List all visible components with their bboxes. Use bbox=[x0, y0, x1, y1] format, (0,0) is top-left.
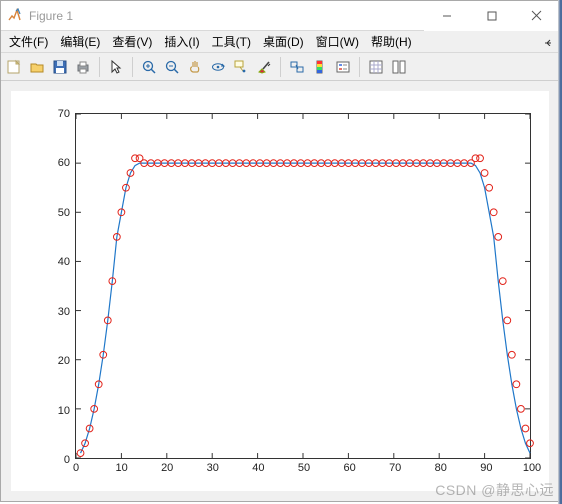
x-tick-label: 80 bbox=[435, 458, 447, 474]
window-buttons bbox=[424, 1, 559, 31]
menu-window[interactable]: 窗口(W) bbox=[310, 31, 365, 52]
legend-button[interactable] bbox=[332, 56, 354, 78]
menu-edit[interactable]: 编辑(E) bbox=[54, 31, 106, 52]
y-tick-label: 10 bbox=[48, 405, 76, 417]
pan-button[interactable] bbox=[184, 56, 206, 78]
menu-help[interactable]: 帮助(H) bbox=[365, 31, 418, 52]
menu-file[interactable]: 文件(F) bbox=[3, 31, 54, 52]
titlebar: Figure 1 bbox=[1, 1, 559, 31]
menu-view[interactable]: 查看(V) bbox=[106, 31, 158, 52]
y-tick-label: 0 bbox=[48, 454, 76, 466]
watermark: CSDN @静思心远 bbox=[435, 480, 554, 500]
maximize-button[interactable] bbox=[469, 1, 514, 31]
separator bbox=[359, 57, 360, 77]
y-tick-label: 20 bbox=[48, 355, 76, 367]
figure-canvas: 0 10 20 30 40 50 60 70 0 10 20 30 40 50 60 70 80 90 100 bbox=[11, 91, 549, 491]
separator bbox=[132, 57, 133, 77]
rotate3d-button[interactable] bbox=[207, 56, 229, 78]
minimize-button[interactable] bbox=[424, 1, 469, 31]
menu-desktop[interactable]: 桌面(D) bbox=[257, 31, 310, 52]
zoom-out-button[interactable] bbox=[161, 56, 183, 78]
toolbar bbox=[1, 53, 559, 81]
colorbar-button[interactable] bbox=[309, 56, 331, 78]
new-figure-button[interactable] bbox=[3, 56, 25, 78]
brush-button[interactable] bbox=[253, 56, 275, 78]
figure-area: 0 10 20 30 40 50 60 70 0 10 20 30 40 50 60 70 80 90 100 bbox=[1, 81, 559, 501]
axis-grid-button[interactable] bbox=[365, 56, 387, 78]
matlab-icon bbox=[7, 8, 23, 24]
close-button[interactable] bbox=[514, 1, 559, 31]
x-tick-label: 70 bbox=[389, 458, 401, 474]
y-tick-label: 30 bbox=[48, 306, 76, 318]
x-tick-label: 100 bbox=[523, 458, 541, 474]
x-tick-label: 30 bbox=[207, 458, 219, 474]
separator bbox=[99, 57, 100, 77]
layout-button[interactable] bbox=[388, 56, 410, 78]
figure-window: Figure 1 文件(F) 编辑(E) 查看(V) 插入(I) 工具(T) 桌… bbox=[0, 0, 560, 502]
x-tick-label: 60 bbox=[343, 458, 355, 474]
x-tick-label: 20 bbox=[161, 458, 173, 474]
menu-insert[interactable]: 插入(I) bbox=[158, 31, 205, 52]
zoom-in-button[interactable] bbox=[138, 56, 160, 78]
toolbar-overflow-icon[interactable] bbox=[543, 37, 553, 47]
x-tick-label: 50 bbox=[298, 458, 310, 474]
x-tick-label: 90 bbox=[480, 458, 492, 474]
window-title: Figure 1 bbox=[29, 9, 73, 23]
plot-svg bbox=[76, 114, 530, 458]
link-button[interactable] bbox=[286, 56, 308, 78]
x-tick-label: 40 bbox=[252, 458, 264, 474]
y-tick-label: 50 bbox=[48, 207, 76, 219]
separator bbox=[280, 57, 281, 77]
menubar: 文件(F) 编辑(E) 查看(V) 插入(I) 工具(T) 桌面(D) 窗口(W… bbox=[1, 31, 559, 53]
window-resize-edge[interactable] bbox=[558, 0, 562, 504]
open-button[interactable] bbox=[26, 56, 48, 78]
x-tick-label: 10 bbox=[115, 458, 127, 474]
y-tick-label: 60 bbox=[48, 157, 76, 169]
save-button[interactable] bbox=[49, 56, 71, 78]
x-tick-label: 0 bbox=[73, 458, 79, 474]
pointer-button[interactable] bbox=[105, 56, 127, 78]
axes[interactable]: 010203040506070 0102030405060708090100 bbox=[75, 113, 531, 459]
menu-tools[interactable]: 工具(T) bbox=[206, 31, 257, 52]
datatip-button[interactable] bbox=[230, 56, 252, 78]
y-tick-label: 70 bbox=[48, 108, 76, 120]
y-tick-label: 40 bbox=[48, 256, 76, 268]
print-button[interactable] bbox=[72, 56, 94, 78]
